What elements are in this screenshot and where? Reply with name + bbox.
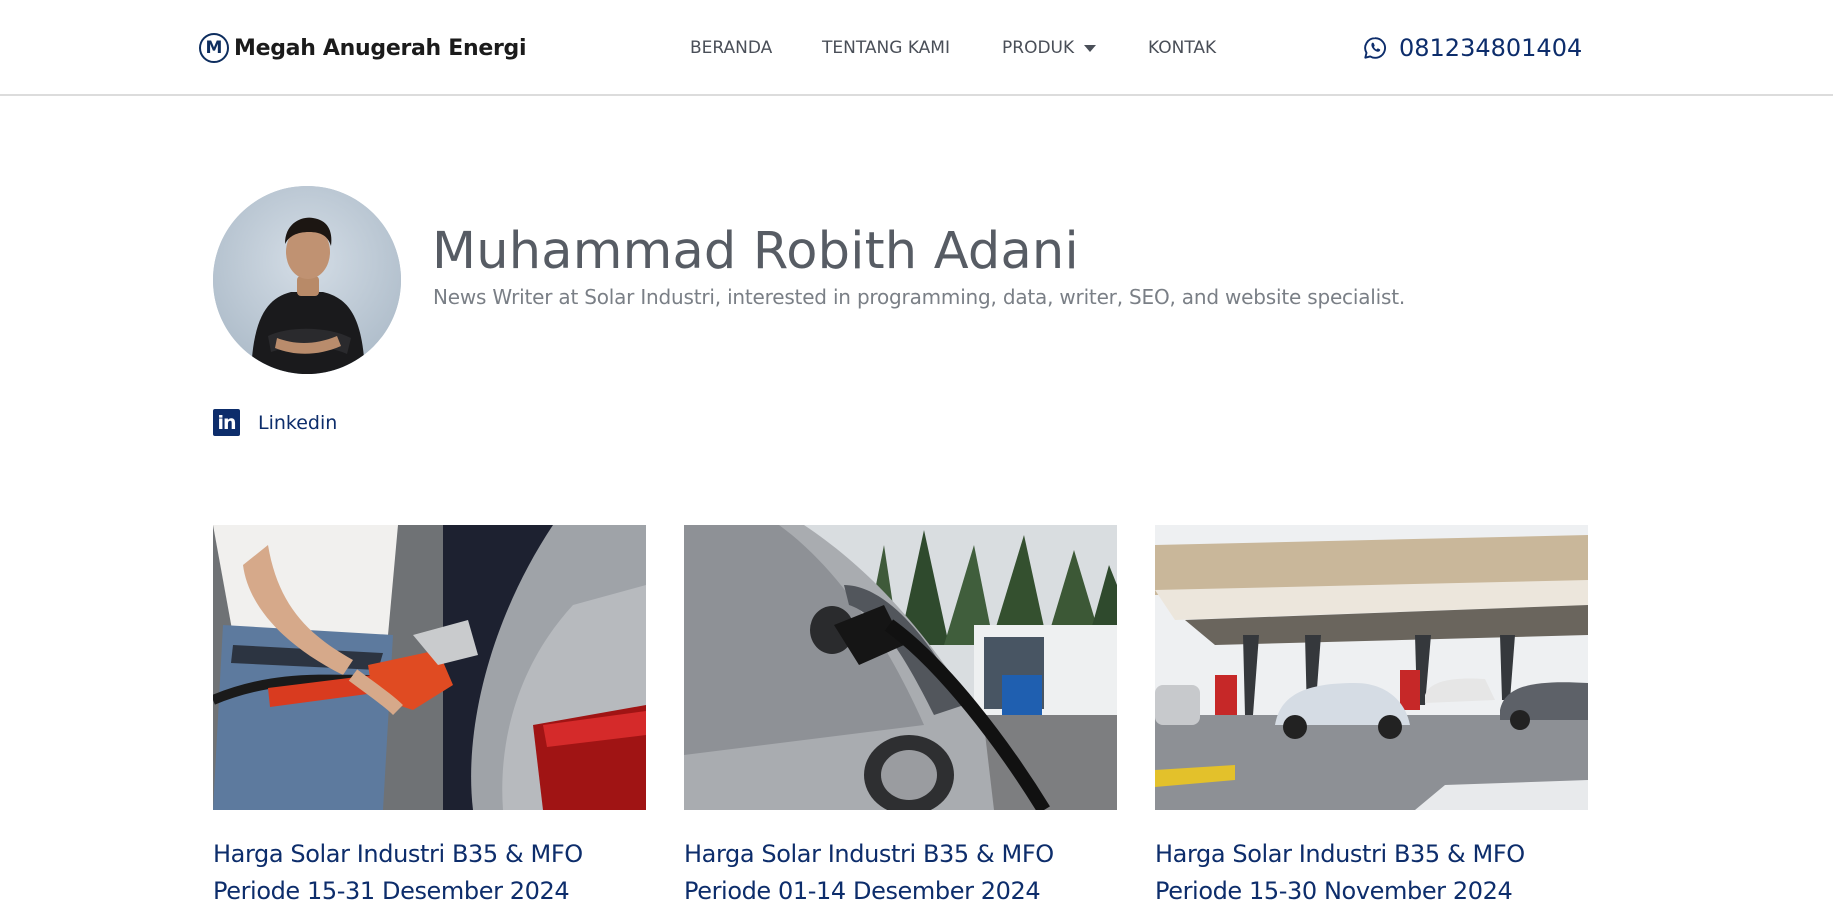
post-thumbnail[interactable] [684, 525, 1117, 810]
nav-item-label: PRODUK [1002, 38, 1075, 58]
post-thumbnail[interactable] [213, 525, 646, 810]
post-thumbnail[interactable] [1155, 525, 1588, 810]
author-name: Muhammad Robith Adani [432, 222, 1079, 281]
site-logo[interactable]: M Megah Anugerah Energi [199, 31, 527, 65]
post-card: Harga Solar Industri B35 & MFO Periode 1… [1155, 525, 1588, 910]
nav-item-label: KONTAK [1148, 38, 1217, 58]
author-bio: News Writer at Solar Industri, intereste… [433, 285, 1405, 309]
post-card: Harga Solar Industri B35 & MFO Periode 1… [213, 525, 646, 910]
nav-item-beranda[interactable]: BERANDA [690, 38, 772, 58]
nav-item-label: BERANDA [690, 38, 773, 58]
site-header: M Megah Anugerah Energi BERANDA TENTANG … [0, 0, 1833, 96]
author-avatar [213, 186, 401, 374]
linkedin-icon: in [213, 409, 240, 436]
phone-number: 081234801404 [1399, 34, 1583, 62]
whatsapp-icon [1364, 37, 1386, 59]
phone-contact[interactable]: 081234801404 [1363, 30, 1582, 66]
post-title[interactable]: Harga Solar Industri B35 & MFO Periode 0… [684, 836, 1117, 910]
nav-item-tentang-kami[interactable]: TENTANG KAMI [822, 38, 950, 58]
nav-item-produk[interactable]: PRODUK [1002, 38, 1097, 58]
post-title[interactable]: Harga Solar Industri B35 & MFO Periode 1… [213, 836, 646, 910]
linkedin-label: Linkedin [258, 411, 338, 434]
nav-item-kontak[interactable]: KONTAK [1148, 38, 1216, 58]
logo-text: Megah Anugerah Energi [234, 35, 527, 61]
post-card: Harga Solar Industri B35 & MFO Periode 0… [684, 525, 1117, 910]
nav-item-label: TENTANG KAMI [822, 38, 950, 58]
caret-down-icon [1084, 44, 1097, 52]
linkedin-link[interactable]: in Linkedin [213, 409, 337, 436]
post-title[interactable]: Harga Solar Industri B35 & MFO Periode 1… [1155, 836, 1588, 910]
logo-mark-icon: M [199, 33, 229, 63]
